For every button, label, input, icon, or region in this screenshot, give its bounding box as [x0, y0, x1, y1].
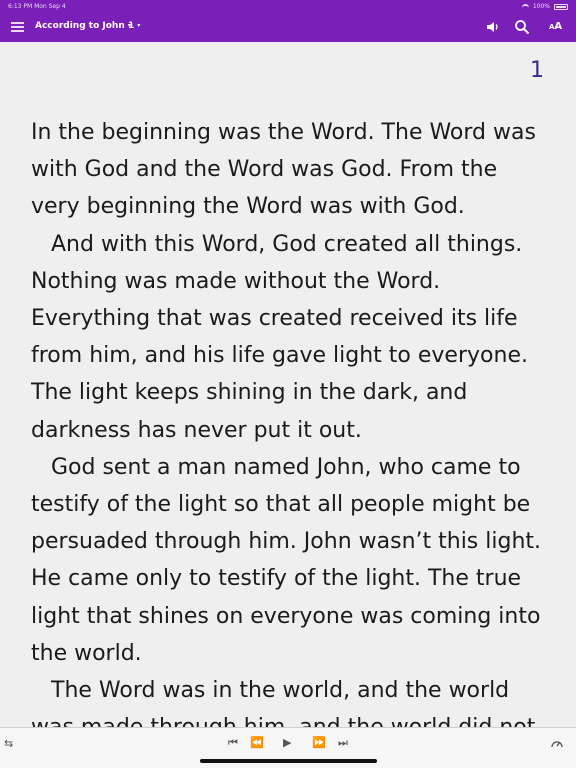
skip-back-icon[interactable]: ⏮: [228, 736, 238, 750]
hamburger-menu-icon[interactable]: [11, 22, 24, 32]
battery-percent: 100%: [532, 3, 550, 10]
chapter-label: 1: [128, 21, 135, 31]
status-time: 6:13 PM Mon Sep 4: [8, 3, 66, 10]
search-icon[interactable]: [514, 19, 530, 35]
speedometer-icon[interactable]: [550, 737, 564, 749]
scripture-text: In the beginning was the Word. The Word …: [31, 114, 551, 727]
wifi-icon: [521, 4, 529, 9]
play-icon[interactable]: ▶: [283, 736, 291, 749]
paragraph: In the beginning was the Word. The Word …: [31, 120, 536, 220]
battery-icon: [554, 3, 568, 10]
paragraph: And with this Word, God created all thin…: [31, 231, 528, 443]
home-indicator: [200, 759, 377, 763]
rewind-icon[interactable]: ⏪: [250, 736, 264, 749]
status-right: 100%: [521, 3, 568, 10]
chapter-chevron-down-icon: ▾: [137, 22, 141, 29]
font-large-a: A: [554, 21, 563, 32]
book-title: According to John: [35, 21, 125, 31]
toolbar: According to John ▾ 1 ▾ AA: [0, 12, 576, 42]
font-size-icon[interactable]: AA: [549, 21, 562, 37]
paragraph: God sent a man named John, who came to t…: [31, 454, 542, 666]
paragraph: The Word was in the world, and the world…: [31, 678, 535, 727]
chapter-number: 1: [530, 58, 544, 83]
fast-forward-icon[interactable]: ⏩: [312, 736, 326, 749]
top-bar: 6:13 PM Mon Sep 4 100% According to John…: [0, 0, 576, 42]
queue-icon[interactable]: ⇆: [4, 737, 13, 750]
book-selector[interactable]: According to John ▾: [35, 21, 131, 31]
skip-forward-icon[interactable]: ⏭: [338, 736, 348, 750]
status-bar: 6:13 PM Mon Sep 4 100%: [0, 0, 576, 12]
chapter-selector[interactable]: 1 ▾: [128, 21, 140, 31]
speaker-icon[interactable]: [485, 19, 501, 35]
